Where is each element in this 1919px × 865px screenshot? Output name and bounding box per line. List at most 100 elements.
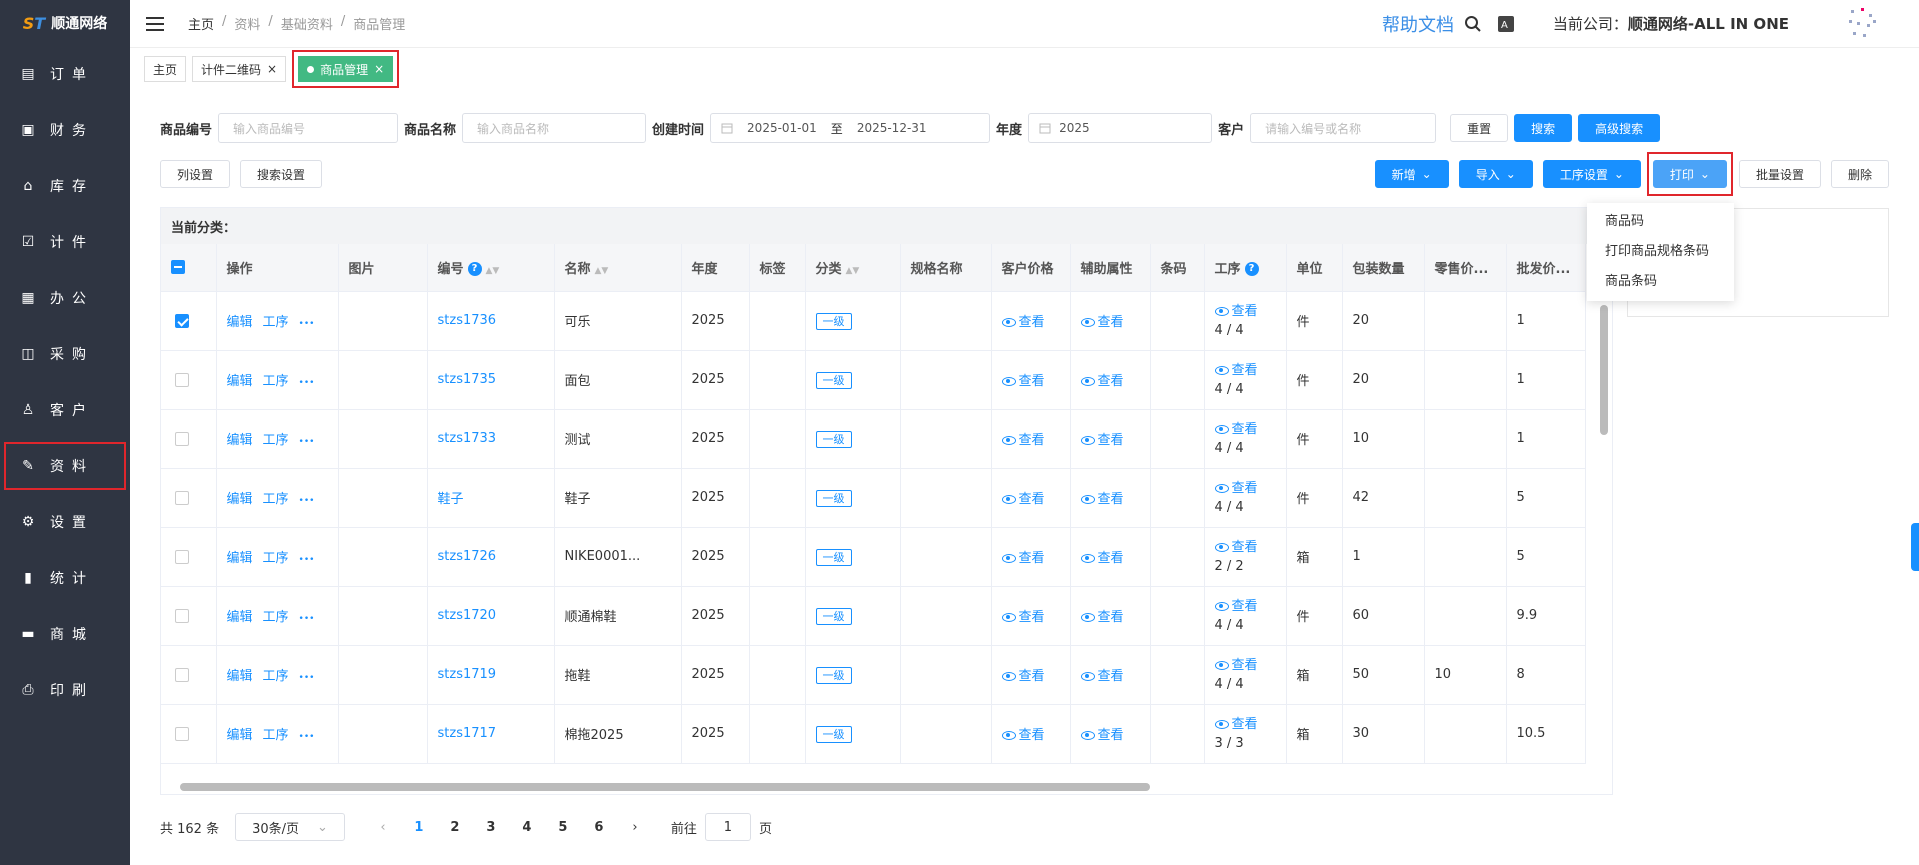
- search-settings-button[interactable]: 搜索设置: [240, 160, 323, 188]
- more-icon[interactable]: •••: [299, 732, 315, 742]
- column-header[interactable]: 客户价格: [991, 244, 1071, 292]
- more-icon[interactable]: •••: [299, 614, 315, 624]
- code-cell[interactable]: stzs1719: [427, 645, 555, 705]
- aux-attr-view[interactable]: 查看: [1070, 291, 1151, 351]
- code-cell[interactable]: stzs1720: [427, 586, 555, 646]
- table-row[interactable]: 编辑 工序 ••• stzs1735 面包 2025 一级 查看 查看 查看 4 / 4 件 20 1: [161, 350, 1586, 410]
- customer-price-view[interactable]: 查看: [991, 645, 1071, 705]
- table-row[interactable]: 编辑 工序 ••• stzs1736 可乐 2025 一级 查看 查看 查看 4 / 4 件 20 1: [161, 291, 1586, 351]
- row-checkbox[interactable]: [175, 490, 189, 505]
- vertical-scrollbar[interactable]: [1600, 305, 1608, 435]
- customer-price-view[interactable]: 查看: [991, 291, 1071, 351]
- column-header[interactable]: 零售价...: [1424, 244, 1507, 292]
- process-link[interactable]: 工序: [263, 728, 289, 743]
- sidebar-item[interactable]: ▦ 办公: [0, 270, 130, 326]
- batch-settings-button[interactable]: 批量设置: [1738, 160, 1821, 188]
- more-icon[interactable]: •••: [299, 555, 315, 565]
- customer-price-view[interactable]: 查看: [991, 350, 1071, 410]
- page-size-select[interactable]: 30条/页 ⌄: [235, 813, 345, 841]
- process-cell[interactable]: 查看 4 / 4: [1204, 409, 1287, 469]
- page-number[interactable]: 2: [441, 820, 469, 835]
- table-row[interactable]: 编辑 工序 ••• stzs1733 测试 2025 一级 查看 查看 查看 4 / 4 件 10 1: [161, 409, 1586, 469]
- aux-attr-view[interactable]: 查看: [1070, 586, 1151, 646]
- edit-link[interactable]: 编辑: [227, 374, 253, 389]
- table-row[interactable]: 编辑 工序 ••• stzs1720 顺通棉鞋 2025 一级 查看 查看 查看 4 / 4 件 60 9…: [161, 586, 1586, 646]
- row-checkbox[interactable]: [175, 608, 189, 623]
- avatar[interactable]: [1843, 4, 1883, 44]
- sidebar-item[interactable]: ⌂ 库存: [0, 158, 130, 214]
- sidebar-item[interactable]: ✎ 资料: [0, 438, 130, 494]
- sidebar-item[interactable]: ☑ 计件: [0, 214, 130, 270]
- code-cell[interactable]: 鞋子: [427, 468, 555, 528]
- edit-link[interactable]: 编辑: [227, 315, 253, 330]
- select-all-checkbox[interactable]: [161, 244, 217, 292]
- date-from[interactable]: 2025-01-01: [747, 121, 817, 135]
- process-link[interactable]: 工序: [263, 551, 289, 566]
- column-header[interactable]: 标签: [749, 244, 806, 292]
- page-number[interactable]: 3: [477, 820, 505, 835]
- sidebar-item[interactable]: ▤ 订单: [0, 46, 130, 102]
- table-row[interactable]: 编辑 工序 ••• stzs1717 棉拖2025 2025 一级 查看 查看 查看 3 / 3箱3…: [161, 704, 1586, 764]
- horizontal-scrollbar[interactable]: [160, 780, 1613, 794]
- column-header[interactable]: 工序?: [1204, 244, 1287, 292]
- menu-item-product-barcode[interactable]: 商品条码: [1587, 267, 1734, 297]
- tab-piece-qrcode[interactable]: 计件二维码 ×: [192, 56, 287, 82]
- more-icon[interactable]: •••: [299, 319, 315, 329]
- column-header[interactable]: 分类 ▲▼: [805, 244, 901, 292]
- process-cell[interactable]: 查看 3 / 3: [1204, 704, 1287, 764]
- year-picker[interactable]: 2025: [1028, 113, 1213, 143]
- search-button[interactable]: 搜索: [1514, 114, 1573, 142]
- column-header[interactable]: 年度: [681, 244, 750, 292]
- close-icon[interactable]: ×: [374, 62, 384, 76]
- date-to[interactable]: 2025-12-31: [857, 121, 927, 135]
- sort-icon[interactable]: ▲▼: [595, 266, 609, 276]
- sidebar-item[interactable]: ⚙ 设置: [0, 494, 130, 550]
- process-link[interactable]: 工序: [263, 374, 289, 389]
- process-cell[interactable]: 查看 4 / 4: [1204, 645, 1287, 705]
- sidebar-item[interactable]: ▣ 财务: [0, 102, 130, 158]
- breadcrumb-item[interactable]: 商品管理: [353, 14, 405, 33]
- sidebar-item[interactable]: ▮ 统计: [0, 550, 130, 606]
- process-cell[interactable]: 查看 4 / 4: [1204, 291, 1287, 351]
- advanced-search-button[interactable]: 高级搜索: [1578, 114, 1661, 142]
- next-page-icon[interactable]: ›: [621, 820, 649, 835]
- aux-attr-view[interactable]: 查看: [1070, 468, 1151, 528]
- code-cell[interactable]: stzs1736: [427, 291, 555, 351]
- goto-page-input[interactable]: 1: [704, 813, 751, 841]
- font-size-icon[interactable]: A: [1498, 15, 1514, 32]
- edit-link[interactable]: 编辑: [227, 669, 253, 684]
- process-cell[interactable]: 查看 4 / 4: [1204, 350, 1287, 410]
- column-header[interactable]: 单位: [1286, 244, 1343, 292]
- edit-link[interactable]: 编辑: [227, 492, 253, 507]
- process-link[interactable]: 工序: [263, 433, 289, 448]
- row-checkbox-cell[interactable]: [161, 586, 217, 646]
- row-checkbox[interactable]: [175, 431, 189, 446]
- column-header[interactable]: 条码: [1150, 244, 1205, 292]
- row-checkbox-cell[interactable]: [161, 350, 217, 410]
- table-row[interactable]: 编辑 工序 ••• stzs1719 拖鞋 2025 一级 查看 查看 查看 4 / 4 箱 50 10 8: [161, 645, 1586, 705]
- customer-price-view[interactable]: 查看: [991, 468, 1071, 528]
- scroll-thumb[interactable]: [180, 783, 1150, 791]
- process-link[interactable]: 工序: [263, 610, 289, 625]
- process-link[interactable]: 工序: [263, 492, 289, 507]
- breadcrumb-item[interactable]: 资料: [234, 14, 260, 33]
- import-button[interactable]: 导入 ⌄: [1458, 160, 1533, 188]
- page-number[interactable]: 5: [549, 820, 577, 835]
- more-icon[interactable]: •••: [299, 673, 315, 683]
- sidebar-item[interactable]: ♙ 客户: [0, 382, 130, 438]
- checkbox-indeterminate-icon[interactable]: [171, 260, 185, 275]
- aux-attr-view[interactable]: 查看: [1070, 409, 1151, 469]
- edit-link[interactable]: 编辑: [227, 433, 253, 448]
- column-header[interactable]: 批发价...: [1506, 244, 1586, 292]
- floating-handle[interactable]: [1911, 523, 1919, 571]
- row-checkbox-cell[interactable]: [161, 291, 217, 351]
- page-number[interactable]: 4: [513, 820, 541, 835]
- edit-link[interactable]: 编辑: [227, 728, 253, 743]
- row-checkbox[interactable]: [175, 667, 189, 682]
- column-header[interactable]: 规格名称: [900, 244, 992, 292]
- row-checkbox-cell[interactable]: [161, 704, 217, 764]
- code-cell[interactable]: stzs1733: [427, 409, 555, 469]
- column-header[interactable]: 名称 ▲▼: [554, 244, 682, 292]
- help-icon[interactable]: ?: [1244, 262, 1259, 277]
- aux-attr-view[interactable]: 查看: [1070, 704, 1151, 764]
